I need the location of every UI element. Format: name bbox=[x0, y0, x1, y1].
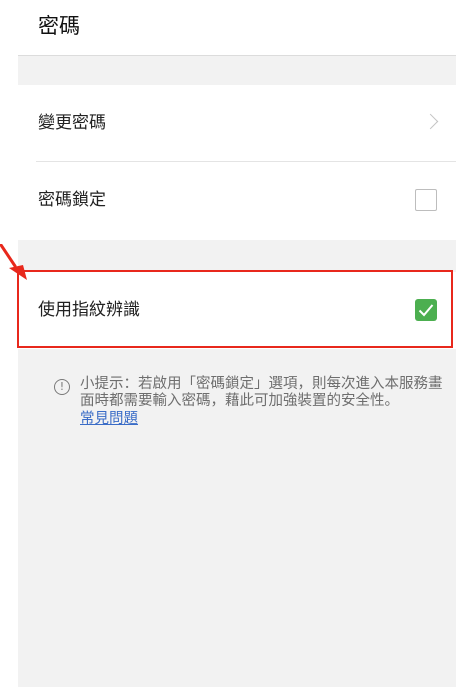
password-settings-group: 變更密碼 密碼鎖定 bbox=[18, 85, 456, 240]
settings-screen: 密碼 變更密碼 密碼鎖定 使用指紋辨識 ! 小提示：若啟用「密碼鎖定」選項，則每… bbox=[18, 0, 456, 687]
info-circle-icon: ! bbox=[54, 379, 70, 395]
chevron-right-icon bbox=[422, 113, 439, 130]
password-lock-row[interactable]: 密碼鎖定 bbox=[18, 162, 456, 239]
fingerprint-label: 使用指紋辨識 bbox=[38, 300, 140, 320]
hint-text: 小提示：若啟用「密碼鎖定」選項，則每次進入本服務畫面時都需要輸入密碼，藉此可加強… bbox=[80, 376, 443, 409]
fingerprint-row[interactable]: 使用指紋辨識 bbox=[18, 272, 456, 349]
hint-text-block: 小提示：若啟用「密碼鎖定」選項，則每次進入本服務畫面時都需要輸入密碼，藉此可加強… bbox=[80, 376, 446, 429]
header-bar: 密碼 bbox=[18, 0, 456, 56]
page-title: 密碼 bbox=[38, 14, 80, 38]
faq-link[interactable]: 常見問題 bbox=[80, 410, 446, 429]
fingerprint-checkbox[interactable] bbox=[415, 299, 437, 321]
password-lock-checkbox[interactable] bbox=[415, 189, 437, 211]
password-lock-label: 密碼鎖定 bbox=[38, 190, 106, 210]
red-arrow-icon bbox=[0, 244, 27, 280]
change-password-label: 變更密碼 bbox=[38, 113, 106, 133]
change-password-row[interactable]: 變更密碼 bbox=[18, 85, 456, 162]
checkmark-icon bbox=[418, 304, 434, 317]
fingerprint-group: 使用指紋辨識 bbox=[18, 272, 456, 349]
